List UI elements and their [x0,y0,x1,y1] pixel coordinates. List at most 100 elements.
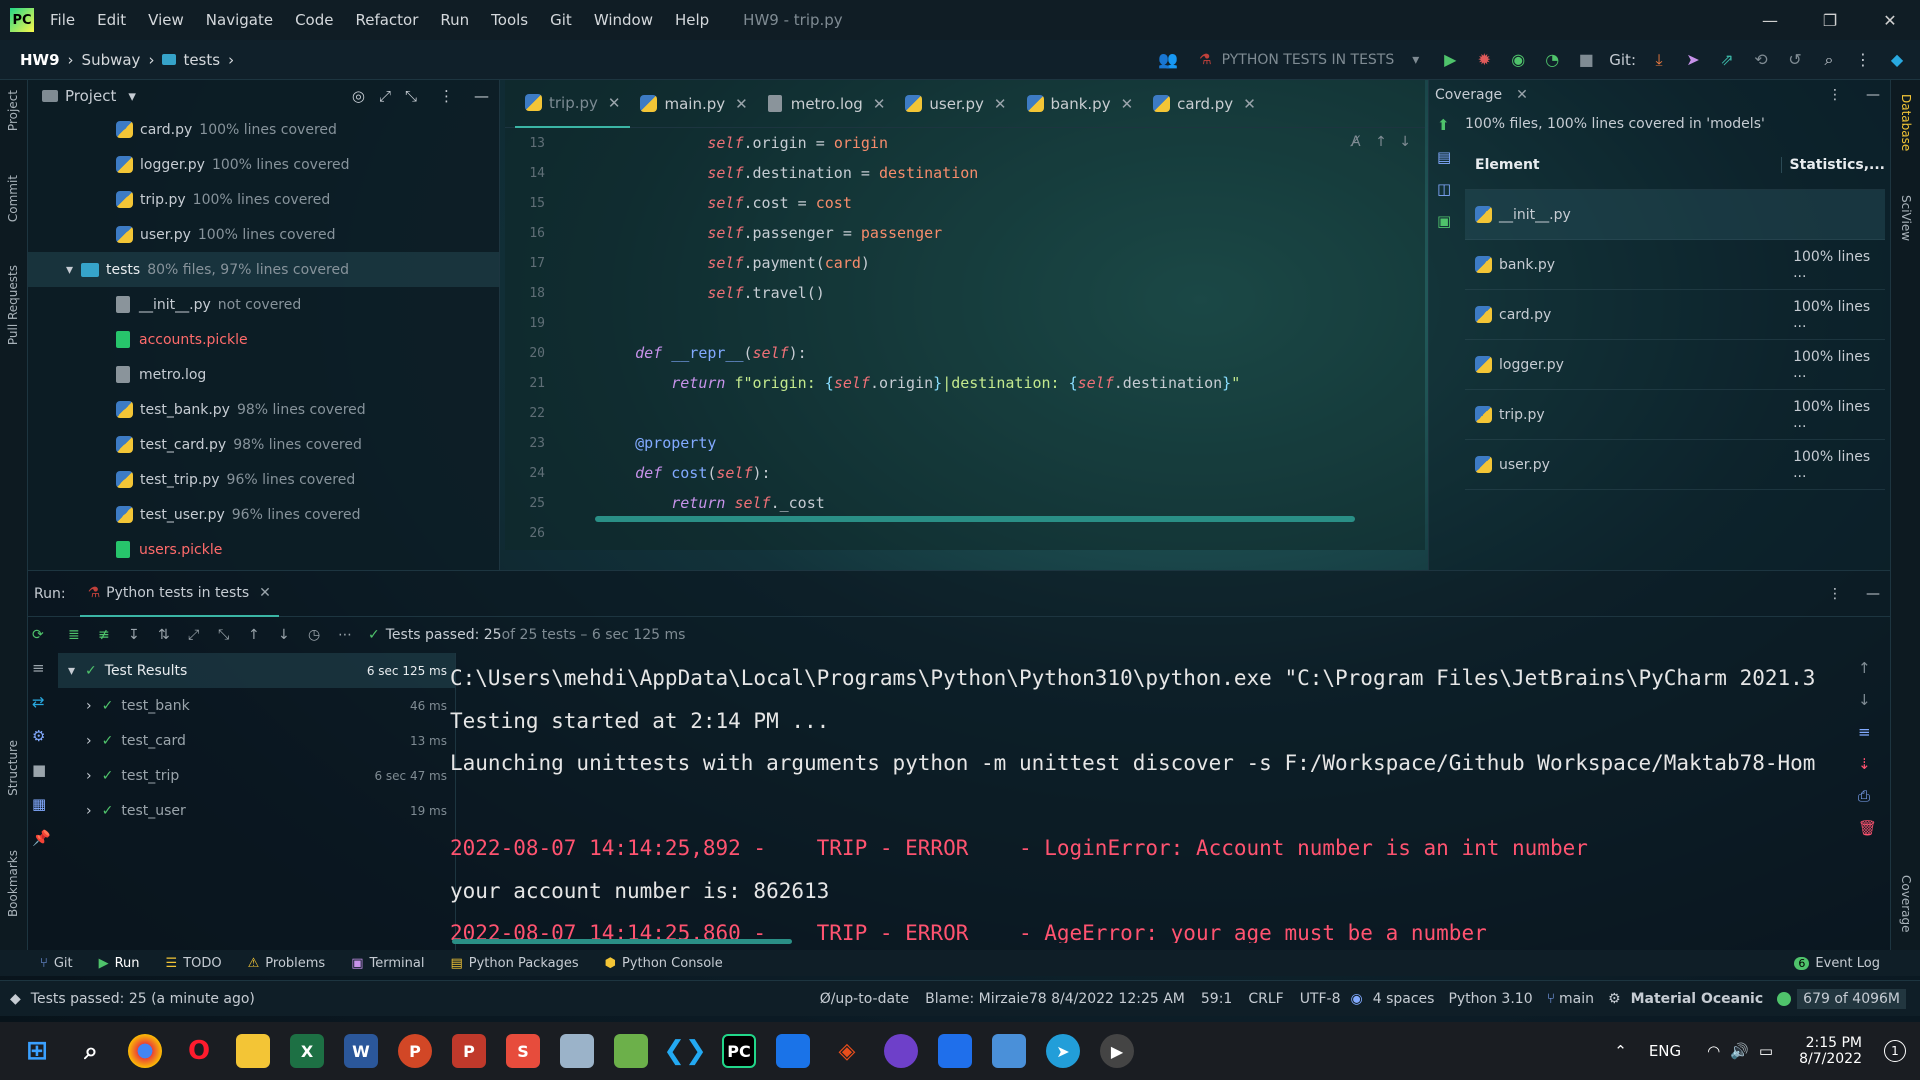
options-icon[interactable]: ⋮ [1828,87,1842,103]
rollback-icon[interactable]: ↺ [1784,49,1806,71]
bookmarks-tool-tab[interactable]: Bookmarks [6,850,20,917]
run-tab[interactable]: ⚗ Python tests in tests ✕ [79,571,279,617]
stop-icon[interactable]: ■ [32,761,48,779]
close-tab-icon[interactable]: ✕ [608,94,621,112]
menu-view[interactable]: View [148,11,184,29]
eye-icon[interactable]: ◉ [1351,991,1363,1007]
close-tab-icon[interactable]: ✕ [1243,95,1256,113]
sciview-tool-tab[interactable]: SciView [1899,195,1913,241]
layout-icon[interactable]: ▦ [32,795,48,813]
expand-all-icon[interactable]: ⤢ [188,627,218,643]
tree-item[interactable]: ▾ tests 80% files, 97% lines covered [28,252,499,287]
toggle-icon[interactable]: ⇄ [32,693,48,711]
trash-icon[interactable]: 🗑 [1858,819,1882,837]
tool-python-console[interactable]: ⬢ Python Console [605,956,723,971]
coverage-tool-tab[interactable]: Coverage [1899,875,1913,933]
menu-window[interactable]: Window [594,11,653,29]
tool-terminal[interactable]: ▣ Terminal [351,956,424,971]
chevron-down-icon[interactable]: ▾ [128,87,136,105]
telegram-icon[interactable]: ➤ [1046,1034,1080,1068]
sublime-icon[interactable]: S [506,1034,540,1068]
menu-tools[interactable]: Tools [491,11,528,29]
vcs-status[interactable]: Ø/up-to-date [820,991,909,1007]
vscode-icon[interactable]: ❮❯ [663,1034,707,1068]
tree-item[interactable]: users.pickle [28,532,499,567]
commit-tool-tab[interactable]: Commit [6,175,20,222]
python-interpreter[interactable]: Python 3.10 [1448,991,1532,1007]
soft-wrap-icon[interactable]: ≡ [1858,723,1882,741]
reader-mode-icon[interactable]: A̸ [1351,134,1361,150]
rerun-icon[interactable]: ⟳ [32,627,62,643]
close-tab-icon[interactable]: ✕ [1121,95,1134,113]
menu-run[interactable]: Run [440,11,469,29]
close-tab-icon[interactable]: ✕ [873,95,886,113]
tree-item[interactable]: __init__.py not covered [28,287,499,322]
chevron-right-icon[interactable]: › [86,803,92,819]
console-output[interactable]: C:\Users\mehdi\AppData\Local\Programs\Py… [450,653,1870,943]
print-icon[interactable]: ⎙ [1858,787,1882,805]
coverage-up-icon[interactable]: ⬆ [1437,116,1453,134]
coverage-flatten-icon[interactable]: ▤ [1437,148,1453,166]
scroll-up-icon[interactable]: ↑ [1858,659,1882,677]
project-title[interactable]: Project [65,87,116,105]
tree-item[interactable]: logger.py 100% lines covered [28,147,499,182]
test-result-row[interactable]: › ✓ test_user 19 ms [58,793,455,828]
git-commit-icon[interactable]: ➤ [1682,49,1704,71]
menu-file[interactable]: File [50,11,75,29]
tab-bank-py[interactable]: bank.py ✕ [1017,80,1144,128]
profile-icon[interactable]: ◔ [1541,49,1563,71]
remote-desktop-icon[interactable] [992,1034,1026,1068]
tree-item[interactable]: metro.log [28,357,499,392]
tree-item[interactable]: accounts.pickle [28,322,499,357]
hide-panel-icon[interactable]: — [1866,586,1880,602]
git-branch[interactable]: main [1559,991,1594,1007]
network-app-icon[interactable] [776,1034,810,1068]
close-tab-icon[interactable]: ✕ [1516,87,1528,103]
coverage-row[interactable]: trip.py 100% lines ... [1465,390,1885,440]
clock[interactable]: 2:15 PM 8/7/2022 [1799,1035,1862,1067]
pull-requests-tool-tab[interactable]: Pull Requests [6,265,20,345]
arrow-down-icon[interactable]: ↓ [1399,134,1411,150]
breadcrumb-tests[interactable]: tests [183,51,220,69]
notification-badge[interactable]: 1 [1884,1040,1906,1062]
coverage-row[interactable]: __init__.py [1465,190,1885,240]
line-separator[interactable]: CRLF [1248,991,1283,1007]
theme-name[interactable]: Material Oceanic [1631,991,1764,1007]
sharkey-icon[interactable] [938,1034,972,1068]
search-icon[interactable]: ⌕ [1818,49,1840,71]
coverage-row[interactable]: card.py 100% lines ... [1465,290,1885,340]
git-push-icon[interactable]: ⇗ [1716,49,1738,71]
close-tab-icon[interactable]: ✕ [994,95,1007,113]
notepad-icon[interactable] [560,1034,594,1068]
wps-icon[interactable]: P [452,1034,486,1068]
tray-chevron-icon[interactable]: ⌃ [1614,1042,1627,1060]
tool-run[interactable]: ▶ Run [99,956,140,971]
media-player-icon[interactable]: ▶ [1100,1034,1134,1068]
test-result-row[interactable]: › ✓ test_bank 46 ms [58,688,455,723]
structure-tool-tab[interactable]: Structure [6,740,20,796]
status-message[interactable]: Tests passed: 25 (a minute ago) [31,991,255,1007]
coverage-row[interactable]: bank.py 100% lines ... [1465,240,1885,290]
tree-item[interactable]: test_user.py 96% lines covered [28,497,499,532]
chevron-right-icon[interactable]: › [86,768,92,784]
tree-item[interactable]: trip.py 100% lines covered [28,182,499,217]
run-icon[interactable]: ▶ [1439,49,1461,71]
locate-icon[interactable]: ◎ [352,87,365,105]
tree-item[interactable]: user.py 100% lines covered [28,217,499,252]
tab-user-py[interactable]: user.py ✕ [895,80,1016,128]
settings-icon[interactable]: ⚙ [32,727,48,745]
hide-panel-icon[interactable]: — [474,87,489,105]
event-log-button[interactable]: 6 Event Log [1794,956,1880,971]
sort-alpha-icon[interactable]: ↧ [128,627,158,643]
word-icon[interactable]: W [344,1034,378,1068]
pin-icon[interactable]: 📌 [32,829,51,847]
collapse-all-icon[interactable]: ⤡ [218,627,248,643]
more-icon[interactable]: ⋯ [338,627,368,643]
horizontal-scrollbar[interactable] [595,516,1355,522]
coverage-row[interactable]: logger.py 100% lines ... [1465,340,1885,390]
tree-item[interactable]: test_bank.py 98% lines covered [28,392,499,427]
encoding[interactable]: UTF-8 [1300,991,1341,1007]
chevron-right-icon[interactable]: › [86,698,92,714]
tab-metro-log[interactable]: metro.log ✕ [758,80,896,128]
clear-icon[interactable]: ≡ [32,659,48,677]
